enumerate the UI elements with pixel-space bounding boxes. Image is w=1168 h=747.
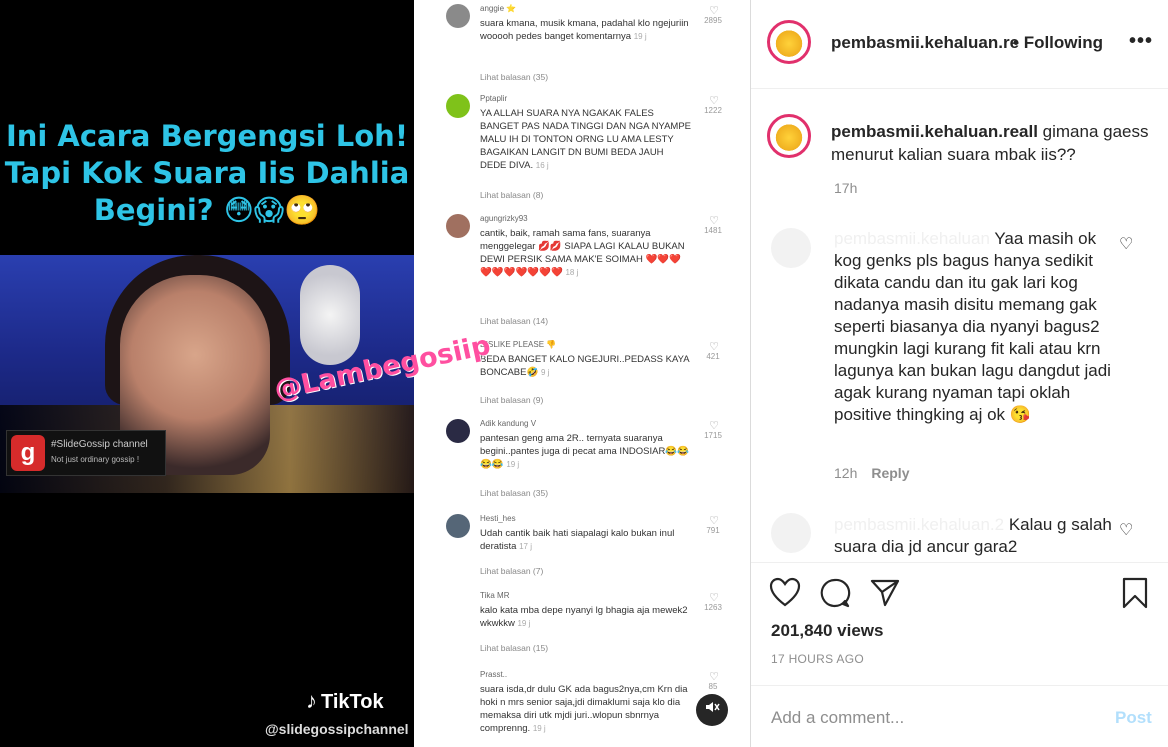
post-caption: pembasmii.kehaluan.reall gimana gaess me…	[831, 120, 1151, 166]
avatar[interactable]	[771, 513, 811, 553]
comment-text: pembasmii.kehaluan Yaa masih ok kog genk…	[834, 228, 1124, 426]
view-replies: Lihat balasan (8)	[480, 190, 544, 200]
comment-text: Udah cantik baik hati siapalagi kalo buk…	[480, 528, 675, 552]
comment-text: pantesan geng ama 2R.. ternyata suaranya…	[480, 433, 690, 470]
avatar	[446, 214, 470, 238]
caption-time[interactable]: 17h	[834, 180, 857, 196]
like-count: 1481	[704, 226, 722, 235]
avatar	[446, 94, 470, 118]
comment-text: suara isda,dr dulu GK ada bagus2nya,cm K…	[480, 684, 688, 734]
comment-username: anggie ⭐	[480, 4, 517, 13]
like-count: 1715	[704, 431, 722, 440]
video-headline: Ini Acara Bergengsi Loh! Tapi Kok Suara …	[0, 118, 414, 229]
view-replies: Lihat balasan (7)	[480, 566, 544, 576]
heart-icon[interactable]: ♡	[1119, 234, 1133, 254]
following-button[interactable]: • Following	[1013, 33, 1103, 53]
channel-logo-text: #SlideGossip channel	[51, 439, 148, 450]
avatar	[446, 591, 470, 615]
like-count: 1222	[704, 106, 722, 115]
tiktok-username: @slidegossipchannel	[265, 721, 409, 737]
comment-username: Tika MR	[480, 591, 510, 600]
post-button[interactable]: Post	[1115, 708, 1152, 728]
avatar[interactable]	[767, 114, 811, 158]
avatar	[446, 670, 470, 694]
comment-meta: 12h Reply	[834, 465, 909, 481]
comment-text: BEDA BANGET KALO NGEJURI..PEDASS KAYA BO…	[480, 354, 690, 378]
post-actions: 201,840 views 17 HOURS AGO Add a comment…	[751, 562, 1168, 747]
comment-text: pembasmii.kehaluan.2 Kalau g salah suara…	[834, 514, 1124, 560]
avatar	[446, 4, 470, 28]
comment-text: kalo kata mba depe nyanyi lg bhagia aja …	[480, 605, 688, 629]
avatar-emoji	[773, 120, 805, 152]
tiktok-logo: ♪ TikTok	[306, 688, 384, 714]
add-comment-bar: Add a comment... Post	[751, 685, 1168, 747]
avatar-emoji	[773, 26, 805, 58]
video-player[interactable]: Ini Acara Bergengsi Loh! Tapi Kok Suara …	[0, 0, 750, 747]
comment-body: Yaa masih ok kog genks pls bagus hanya s…	[834, 229, 1111, 424]
like-count: 791	[706, 526, 720, 535]
more-options-icon[interactable]: •••	[1129, 30, 1153, 53]
comment-text: cantik, baik, ramah sama fans, suaranya …	[480, 228, 685, 278]
avatar[interactable]	[767, 20, 811, 64]
header-username[interactable]: pembasmii.kehaluan.re	[831, 33, 1019, 53]
post-timestamp[interactable]: 17 HOURS AGO	[771, 652, 864, 666]
comment-time[interactable]: 12h	[834, 465, 857, 481]
channel-logo-tagline: Not just ordinary gossip !	[51, 455, 140, 464]
avatar	[446, 419, 470, 443]
comment-icon[interactable]	[819, 577, 851, 614]
like-count: 1263	[704, 603, 722, 612]
headline-line-2: Tapi Kok Suara Iis Dahlia	[4, 156, 410, 190]
channel-logo: g #SlideGossip channel Not just ordinary…	[6, 430, 166, 476]
mute-icon[interactable]	[696, 694, 728, 726]
comment-username: Adik kandung V	[480, 419, 537, 428]
view-replies: Lihat balasan (15)	[480, 643, 549, 653]
speaker-muted-icon	[706, 702, 720, 712]
bookmark-icon[interactable]	[1121, 577, 1149, 614]
comment-username[interactable]: pembasmii.kehaluan	[834, 229, 990, 248]
instagram-post-modal: Ini Acara Bergengsi Loh! Tapi Kok Suara …	[0, 0, 1168, 747]
tiktok-note-icon: ♪	[306, 688, 317, 713]
post-sidebar: pembasmii.kehaluan.re • Following ••• pe…	[750, 0, 1168, 747]
post-header: pembasmii.kehaluan.re • Following •••	[751, 0, 1168, 89]
view-replies: Lihat balasan (9)	[480, 395, 544, 405]
comment-username: DISLIKE PLEASE 👎	[480, 340, 557, 349]
avatar	[446, 514, 470, 538]
comment-input[interactable]: Add a comment...	[771, 708, 904, 728]
comment-text: suara kmana, musik kmana, padahal klo ng…	[480, 18, 689, 42]
heart-icon[interactable]: ♡	[1119, 520, 1133, 540]
tiktok-label: TikTok	[321, 691, 384, 713]
view-replies: Lihat balasan (35)	[480, 72, 549, 82]
heart-icon[interactable]	[769, 577, 801, 612]
avatar[interactable]	[771, 228, 811, 268]
headline-line-1: Ini Acara Bergengsi Loh!	[5, 119, 409, 153]
comment-username: Prasst..	[480, 670, 508, 679]
reply-button[interactable]: Reply	[871, 465, 909, 481]
channel-logo-icon: g	[11, 435, 45, 471]
comment-username: agungrizky93	[480, 214, 528, 223]
comment-username: Hesti_hes	[480, 514, 516, 523]
like-count: 421	[706, 352, 720, 361]
comment-username[interactable]: pembasmii.kehaluan.2	[834, 515, 1004, 534]
comment-username: Pptaplir	[480, 94, 508, 103]
like-count: 85	[708, 682, 718, 691]
share-icon[interactable]	[869, 577, 901, 614]
video-comment-panel: anggie ⭐ suara kmana, musik kmana, padah…	[414, 0, 750, 747]
view-replies: Lihat balasan (35)	[480, 488, 549, 498]
headline-line-3: Begini? 😳😱🙄	[93, 193, 321, 227]
view-replies: Lihat balasan (14)	[480, 316, 549, 326]
comment-text: YA ALLAH SUARA NYA NGAKAK FALES BANGET P…	[480, 108, 691, 171]
like-count: 2895	[704, 16, 722, 25]
view-count[interactable]: 201,840 views	[771, 621, 883, 641]
hair-flower	[300, 265, 360, 365]
caption-username[interactable]: pembasmii.kehaluan.reall	[831, 122, 1038, 141]
